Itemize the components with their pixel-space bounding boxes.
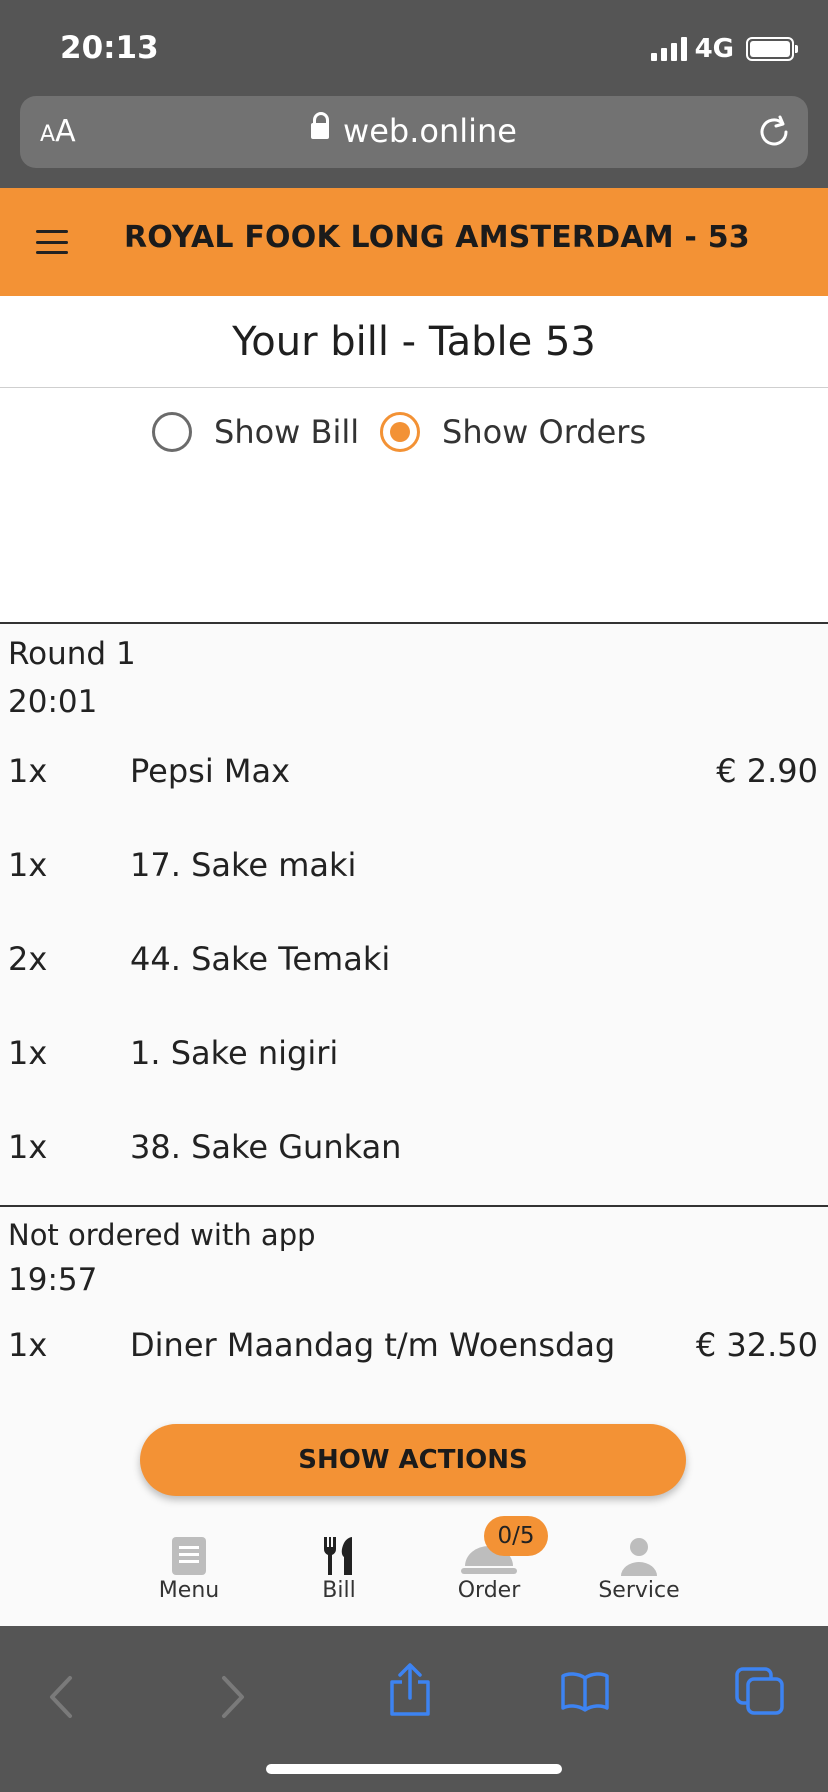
order-row: 1x Diner Maandag t/m Woensdag € 32.50 <box>0 1326 828 1376</box>
item-qty: 1x <box>8 1326 48 1364</box>
item-qty: 1x <box>8 1034 48 1072</box>
item-name: 44. Sake Temaki <box>130 940 391 978</box>
item-qty: 1x <box>8 752 48 790</box>
round-label: Round 1 <box>8 636 136 672</box>
radio-unchecked-icon <box>152 412 192 452</box>
battery-icon <box>746 37 798 61</box>
share-icon[interactable] <box>388 1662 432 1718</box>
url-display[interactable]: web.online <box>20 112 808 150</box>
lock-icon <box>311 112 330 139</box>
item-name: 17. Sake maki <box>130 846 357 884</box>
tabs-icon[interactable] <box>734 1666 786 1716</box>
item-price: € 2.90 <box>716 752 818 790</box>
bookmarks-icon[interactable] <box>560 1670 610 1712</box>
tab-service[interactable]: Service <box>584 1536 694 1603</box>
tab-label: Order <box>457 1578 521 1603</box>
address-bar[interactable]: AA web.online <box>20 96 808 168</box>
round-time: 19:57 <box>8 1262 98 1298</box>
browser-chrome-top: 20:13 4G AA web.online <box>0 0 828 188</box>
book-icon <box>172 1537 206 1575</box>
app-tabbar: Menu Bill Order 0/5 Service <box>0 1512 828 1626</box>
radio-show-bill[interactable]: Show Bill <box>152 412 359 452</box>
tab-menu[interactable]: Menu <box>134 1536 244 1603</box>
item-name: Pepsi Max <box>130 752 291 790</box>
status-time: 20:13 <box>60 30 159 66</box>
item-name: 38. Sake Gunkan <box>130 1128 402 1166</box>
radio-show-orders[interactable]: Show Orders <box>380 412 646 452</box>
view-toggle: Show Bill Show Orders <box>0 388 828 624</box>
radio-checked-icon <box>380 412 420 452</box>
round-time: 20:01 <box>8 684 98 720</box>
tab-label: Menu <box>158 1578 220 1603</box>
tab-label: Service <box>598 1578 680 1603</box>
back-icon[interactable] <box>46 1674 76 1720</box>
show-actions-button[interactable]: SHOW ACTIONS <box>140 1424 686 1496</box>
item-qty: 1x <box>8 1128 48 1166</box>
app-header: ROYAL FOOK LONG AMSTERDAM - 53 <box>0 188 828 296</box>
order-row: 1x 17. Sake maki <box>0 846 828 896</box>
tab-label: Bill <box>322 1578 356 1603</box>
round-divider <box>0 622 828 624</box>
hamburger-menu-icon[interactable] <box>36 230 68 254</box>
order-row: 2x 44. Sake Temaki <box>0 940 828 990</box>
cutlery-icon <box>323 1537 352 1575</box>
item-price: € 32.50 <box>695 1326 818 1364</box>
person-icon <box>621 1538 657 1576</box>
restaurant-title: ROYAL FOOK LONG AMSTERDAM - 53 <box>124 220 750 255</box>
url-text: web.online <box>343 112 517 150</box>
reload-icon[interactable] <box>756 114 792 150</box>
radio-label: Show Bill <box>214 413 360 451</box>
order-row: 1x 1. Sake nigiri <box>0 1034 828 1084</box>
home-indicator <box>266 1764 562 1774</box>
page-title: Your bill - Table 53 <box>0 296 828 388</box>
radio-label: Show Orders <box>442 413 647 451</box>
item-name: 1. Sake nigiri <box>130 1034 339 1072</box>
order-row: 1x Pepsi Max € 2.90 <box>0 752 828 802</box>
signal-icon <box>650 37 687 61</box>
order-count-badge: 0/5 <box>484 1516 548 1556</box>
order-row: 1x 38. Sake Gunkan <box>0 1128 828 1178</box>
status-indicators: 4G <box>650 34 798 64</box>
item-qty: 2x <box>8 940 48 978</box>
round-label: Not ordered with app <box>8 1218 316 1252</box>
item-qty: 1x <box>8 846 48 884</box>
round-divider <box>0 1205 828 1207</box>
forward-icon[interactable] <box>218 1674 248 1720</box>
item-name: Diner Maandag t/m Woensdag <box>130 1326 616 1364</box>
tab-bill[interactable]: Bill <box>284 1536 394 1603</box>
network-type: 4G <box>694 34 734 64</box>
